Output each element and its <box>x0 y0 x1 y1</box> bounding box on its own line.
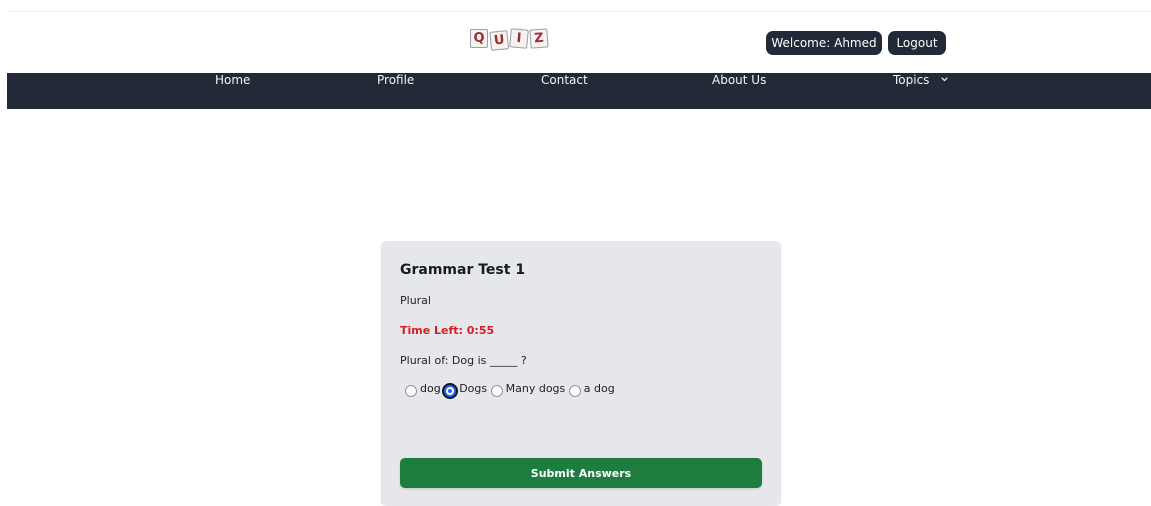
radio-button[interactable] <box>568 385 581 397</box>
answer-option[interactable]: Many dogs <box>490 382 569 397</box>
radio-button-selected[interactable] <box>444 385 457 397</box>
logo-tile: u <box>489 30 510 51</box>
nav-contact[interactable]: Contact <box>541 73 588 109</box>
submit-answers-button[interactable]: Submit Answers <box>400 458 762 488</box>
radio-button[interactable] <box>490 385 503 397</box>
answer-option[interactable]: Dogs <box>444 382 490 397</box>
question-text: Plural of: Dog is _____ ? <box>400 354 527 367</box>
time-left: Time Left: 0:55 <box>400 324 495 337</box>
nav-home[interactable]: Home <box>215 73 250 109</box>
welcome-badge: Welcome: Ahmed <box>766 31 882 55</box>
main-navigation: Home Profile Contact About Us Topics <box>7 73 1151 109</box>
logout-button[interactable]: Logout <box>888 31 946 55</box>
option-label: Dogs <box>459 382 488 395</box>
nav-topics-dropdown[interactable]: Topics <box>893 73 948 109</box>
quiz-title: Grammar Test 1 <box>400 262 526 278</box>
quiz-topic: Plural <box>400 294 431 307</box>
logo-tile: z <box>529 28 549 49</box>
nav-topics-label: Topics <box>893 73 930 87</box>
logo-tile: i <box>509 28 529 49</box>
answer-options: dog Dogs Many dogs a dog <box>405 377 615 398</box>
site-header: q u i z Welcome: Ahmed Logout <box>0 0 1151 73</box>
answer-option[interactable]: dog <box>405 382 444 397</box>
option-label: Many dogs <box>505 382 566 395</box>
option-label: a dog <box>583 382 615 395</box>
quiz-logo[interactable]: q u i z <box>470 28 549 51</box>
nav-about-us[interactable]: About Us <box>712 73 766 109</box>
answer-option[interactable]: a dog <box>568 382 615 397</box>
logo-tile: q <box>470 29 488 48</box>
chevron-down-icon <box>941 77 948 82</box>
radio-button[interactable] <box>405 385 417 397</box>
nav-profile[interactable]: Profile <box>377 73 414 109</box>
quiz-card: Grammar Test 1 Plural Time Left: 0:55 Pl… <box>381 241 781 506</box>
option-label: dog <box>420 382 441 395</box>
